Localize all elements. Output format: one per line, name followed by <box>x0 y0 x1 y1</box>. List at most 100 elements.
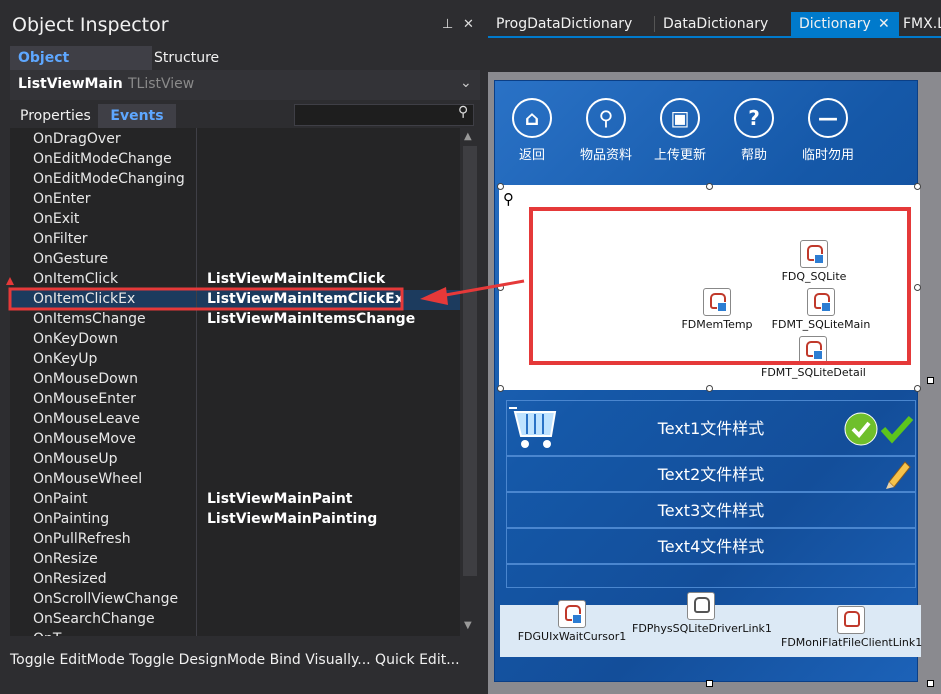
event-name: OnMouseLeave <box>33 411 140 427</box>
table-row[interactable]: OnExit <box>10 210 460 230</box>
table-row[interactable]: OnMouseEnter <box>10 390 460 410</box>
table-row[interactable]: OnMouseWheel <box>10 470 460 490</box>
doc-tab-dictionary[interactable]: Dictionary <box>799 12 871 36</box>
event-handler[interactable]: ListViewMainPainting <box>207 511 377 527</box>
toolbar-button-upload[interactable]: ▣ 上传更新 <box>645 98 715 163</box>
component-label: FDMT_SQLiteDetail <box>761 366 866 379</box>
component-fdguixwaitcursor[interactable]: FDGUIxWaitCursor1 <box>514 600 630 643</box>
tab-events[interactable]: Events <box>98 104 176 128</box>
table-row[interactable]: OnT... <box>10 630 460 636</box>
table-row[interactable]: OnMouseDown <box>10 370 460 390</box>
resize-handle[interactable] <box>706 385 713 392</box>
list-item[interactable]: Text2文件样式 <box>506 456 916 492</box>
event-name: OnScrollViewChange <box>33 591 179 607</box>
table-row[interactable]: OnEditModeChanging <box>10 170 460 190</box>
save-icon: ▣ <box>660 98 700 138</box>
list-item[interactable] <box>506 564 916 588</box>
event-name: OnItemClick <box>33 271 119 287</box>
table-row[interactable]: OnSearchChange <box>10 610 460 630</box>
events-grid: OnDragOver OnEditModeChange OnEditModeChan… <box>10 128 460 636</box>
tab-structure[interactable]: Structure <box>146 46 227 70</box>
tab-underline <box>488 36 941 38</box>
table-row[interactable]: OnResized <box>10 570 460 590</box>
object-inspector-panel: Object Inspector ⊥ ✕ Object Inspector St… <box>0 0 481 694</box>
toolbar-button-back[interactable]: ⌂ 返回 <box>497 98 567 163</box>
doc-tab-datadictionary[interactable]: DataDictionary <box>663 12 768 36</box>
highlight-box <box>529 207 911 365</box>
table-row[interactable]: OnPainting ListViewMainPainting <box>10 510 460 530</box>
event-handler[interactable]: ListViewMainItemClick <box>207 271 385 287</box>
event-name: OnT... <box>33 631 73 636</box>
event-handler[interactable]: ListViewMainItemClickEx <box>207 291 404 307</box>
table-row[interactable]: OnItemClickEx ListViewMainItemClickEx <box>10 290 460 310</box>
chevron-down-icon[interactable]: ⌄ <box>460 75 472 91</box>
resize-handle[interactable] <box>914 284 921 291</box>
table-row[interactable]: OnKeyDown <box>10 330 460 350</box>
table-row[interactable]: OnEditModeChange <box>10 150 460 170</box>
home-icon: ⌂ <box>512 98 552 138</box>
event-name: OnFilter <box>33 231 88 247</box>
resize-handle[interactable] <box>706 183 713 190</box>
resize-handle[interactable] <box>497 385 504 392</box>
search-icon: ⚲ <box>586 98 626 138</box>
event-name: OnExit <box>33 211 80 227</box>
table-row[interactable]: OnResize <box>10 550 460 570</box>
scroll-down-icon[interactable]: ▼ <box>464 620 472 631</box>
search-input[interactable] <box>294 104 474 126</box>
tab-object-inspector[interactable]: Object Inspector <box>10 46 152 90</box>
table-row[interactable]: OnGesture <box>10 250 460 270</box>
table-row[interactable]: OnDragOver <box>10 130 460 150</box>
list-item[interactable]: Text4文件样式 <box>506 528 916 564</box>
table-row[interactable]: OnMouseUp <box>10 450 460 470</box>
event-handler[interactable]: ListViewMainItemsChange <box>207 311 415 327</box>
component-fdmoniflatfileclientlink[interactable]: FDMoniFlatFileClientLink1 <box>781 606 922 649</box>
event-handler[interactable]: ListViewMainPaint <box>207 491 353 507</box>
zoom-icon[interactable]: ⚲ <box>503 190 514 208</box>
toolbar-button-label: 帮助 <box>740 148 767 163</box>
doc-tab-fmx[interactable]: FMX.L <box>903 12 941 36</box>
search-icon[interactable]: ⚲ <box>458 104 468 120</box>
table-row[interactable]: OnPaint ListViewMainPaint <box>10 490 460 510</box>
list-item[interactable]: Text3文件样式 <box>506 492 916 528</box>
table-row[interactable]: OnScrollViewChange <box>10 590 460 610</box>
resize-handle[interactable] <box>914 385 921 392</box>
resize-handle[interactable] <box>497 284 504 291</box>
toolbar-button-items[interactable]: ⚲ 物品资料 <box>571 98 641 163</box>
table-row[interactable]: OnFilter <box>10 230 460 250</box>
toolbar-button-temp[interactable]: — 临时勿用 <box>793 98 863 163</box>
toolbar-button-label: 物品资料 <box>579 148 632 163</box>
scrollbar-thumb[interactable] <box>463 146 477 576</box>
toolbar-button-label: 临时勿用 <box>801 148 854 163</box>
component-selector[interactable]: ListViewMain TListView ⌄ <box>10 70 480 100</box>
close-icon[interactable]: ✕ <box>463 17 474 32</box>
resize-handle[interactable] <box>706 680 713 687</box>
check-icon <box>880 415 914 444</box>
tab-properties[interactable]: Properties <box>14 104 97 128</box>
event-name: OnDragOver <box>33 131 121 147</box>
table-row[interactable]: OnMouseMove <box>10 430 460 450</box>
table-row[interactable]: OnKeyUp <box>10 350 460 370</box>
doc-tab-progdatadictionary[interactable]: ProgDataDictionary <box>496 12 632 36</box>
close-icon[interactable]: ✕ <box>878 12 890 36</box>
table-row[interactable]: OnItemsChange ListViewMainItemsChange <box>10 310 460 330</box>
component-fdphyssqlitedriverlink[interactable]: FDPhysSQLiteDriverLink1 <box>632 592 772 635</box>
resize-handle[interactable] <box>927 377 934 384</box>
toolbar-button-help[interactable]: ? 帮助 <box>719 98 789 163</box>
table-row[interactable]: OnPullRefresh <box>10 530 460 550</box>
event-name: OnMouseEnter <box>33 391 136 407</box>
table-row[interactable]: OnItemClick ListViewMainItemClick <box>10 270 460 290</box>
tab-separator <box>654 16 655 32</box>
table-row[interactable]: OnMouseLeave <box>10 410 460 430</box>
list-item-label: Text4文件样式 <box>657 537 765 556</box>
quick-actions-text[interactable]: Toggle EditMode Toggle DesignMode Bind V… <box>10 652 460 668</box>
pin-icon[interactable]: ⊥ <box>442 17 453 32</box>
event-name: OnMouseMove <box>33 431 136 447</box>
event-name: OnMouseWheel <box>33 471 143 487</box>
resize-handle[interactable] <box>914 183 921 190</box>
scroll-up-icon[interactable]: ▲ <box>464 131 472 142</box>
event-name: OnPainting <box>33 511 110 527</box>
resize-handle[interactable] <box>497 183 504 190</box>
resize-handle[interactable] <box>927 680 934 687</box>
document-tabs: ProgDataDictionary DataDictionary Dictio… <box>488 12 941 36</box>
table-row[interactable]: OnEnter <box>10 190 460 210</box>
